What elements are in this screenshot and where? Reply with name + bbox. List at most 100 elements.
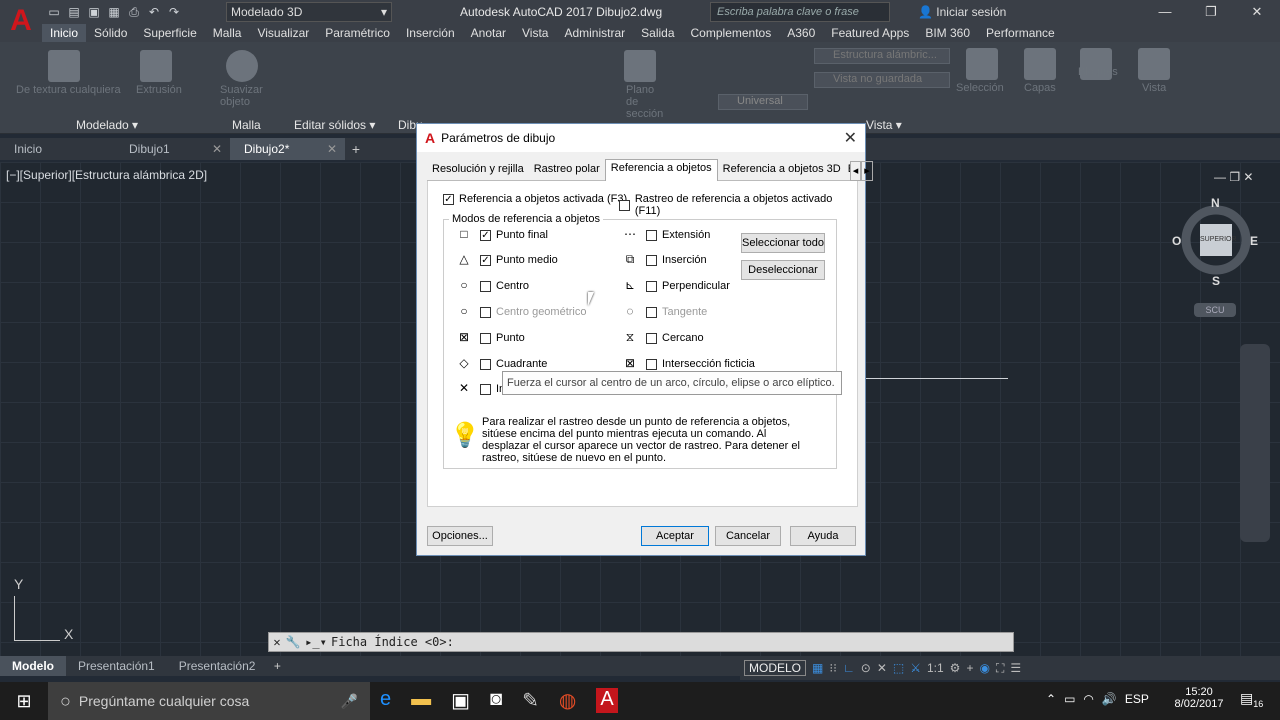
viewport-window-controls[interactable]: — ❐ ✕ <box>1214 170 1253 184</box>
osnap-mode-right_modes-0[interactable]: Extensión <box>646 229 710 241</box>
osnap-on-checkbox[interactable]: ✓ Referencia a objetos activada (F3) <box>443 193 627 205</box>
osnap-checkbox[interactable] <box>480 280 491 292</box>
edge-icon[interactable]: e <box>380 688 391 713</box>
layers-icon[interactable] <box>1024 48 1056 80</box>
ribbon-tab[interactable]: Malla <box>205 24 250 42</box>
wifi-icon[interactable]: ◠ <box>1083 692 1093 706</box>
checkbox-osnap-tracking[interactable] <box>619 199 630 211</box>
cortana-search[interactable]: ○ Pregúntame cualquier cosa 🎤 <box>48 682 370 720</box>
new-layout-icon[interactable]: + <box>267 659 287 673</box>
language-indicator[interactable]: ESP <box>1125 692 1149 706</box>
help-button[interactable]: Ayuda <box>790 526 856 546</box>
ribbon-tab[interactable]: Anotar <box>463 24 514 42</box>
battery-icon[interactable]: ▭ <box>1064 692 1075 706</box>
osnap-mode-left_modes-2[interactable]: Centro <box>480 280 529 292</box>
compass-south[interactable]: S <box>1212 274 1220 288</box>
osnap-checkbox[interactable] <box>480 332 491 344</box>
print-icon[interactable]: ⎙ <box>126 4 142 20</box>
ucs-menu[interactable]: SCU <box>1194 303 1236 317</box>
osnap-tracking-checkbox[interactable]: Rastreo de referencia a objetos activado… <box>619 193 857 217</box>
osnap-mode-right_modes-2[interactable]: Perpendicular <box>646 280 730 292</box>
osnap-mode-left_modes-4[interactable]: Punto <box>480 332 525 344</box>
compass-west[interactable]: O <box>1172 234 1181 248</box>
isolate-icon[interactable]: ◉ <box>979 661 989 675</box>
osnap-icon[interactable]: ✕ <box>877 661 887 675</box>
panel-title-modelado[interactable]: Modelado ▾ <box>76 118 138 132</box>
ribbon-tab[interactable]: BIM 360 <box>917 24 978 42</box>
wrench-icon[interactable]: 🔧 <box>285 635 301 649</box>
osnap-checkbox[interactable] <box>646 254 657 266</box>
ok-button[interactable]: Aceptar <box>641 526 709 546</box>
checkbox-osnap-on[interactable]: ✓ <box>443 193 454 205</box>
tab-referencia-objetos[interactable]: Referencia a objetos <box>604 159 718 181</box>
panel-title-vista[interactable]: Vista ▾ <box>866 118 902 132</box>
open-icon[interactable]: ▤ <box>66 4 82 20</box>
osnap-checkbox[interactable] <box>646 229 657 241</box>
ribbon-tab[interactable]: Vista <box>514 24 556 42</box>
osnap-checkbox[interactable] <box>480 358 491 370</box>
command-prompt-icon[interactable]: ▸_▾ <box>301 635 331 649</box>
new-icon[interactable]: ▭ <box>46 4 62 20</box>
ribbon-tab[interactable]: Paramétrico <box>317 24 398 42</box>
osnap-mode-right_modes-1[interactable]: Inserción <box>646 254 707 266</box>
box-icon[interactable] <box>48 50 80 82</box>
smooth-icon[interactable] <box>226 50 258 82</box>
undo-icon[interactable]: ↶ <box>146 4 162 20</box>
close-icon[interactable]: ✕ <box>212 138 222 160</box>
layout-tab[interactable]: Presentación2 <box>167 656 268 676</box>
workspace-dropdown[interactable]: Modelado 3D ▾ <box>226 2 392 22</box>
redo-icon[interactable]: ↷ <box>166 4 182 20</box>
ribbon-tab[interactable]: A360 <box>779 24 823 42</box>
ribbon-tab[interactable]: Superficie <box>135 24 204 42</box>
dialog-title-bar[interactable]: A Parámetros de dibujo <box>417 124 865 152</box>
clock[interactable]: 15:20 8/02/2017 <box>1174 686 1224 710</box>
notification-center-icon[interactable]: ▤16 <box>1240 690 1263 709</box>
gear-icon[interactable]: ⚙ <box>950 661 961 675</box>
options-button[interactable]: Opciones... <box>427 526 493 546</box>
new-tab-icon[interactable]: + <box>345 141 367 157</box>
signin-button[interactable]: 👤 Iniciar sesión <box>918 5 1006 19</box>
tab-rastreo-polar[interactable]: Rastreo polar <box>529 161 605 181</box>
annotation-scale[interactable]: 1:1 <box>927 661 944 675</box>
osnap-mode-left_modes-1[interactable]: ✓ Punto medio <box>480 254 558 266</box>
tab-resolucion[interactable]: Resolución y rejilla <box>427 161 529 181</box>
ortho-icon[interactable]: ∟ <box>843 661 855 675</box>
document-tab[interactable]: Inicio <box>0 138 115 160</box>
close-icon[interactable]: ✕ <box>327 138 337 160</box>
viewport-controls[interactable]: [−][Superior][Estructura alámbrica 2D] <box>6 168 207 182</box>
snap-icon[interactable]: ⁝⁝ <box>829 661 837 675</box>
osnap-checkbox[interactable] <box>646 332 657 344</box>
minimize-icon[interactable]: — <box>1142 0 1188 24</box>
ribbon-tab[interactable]: Inicio <box>42 24 87 42</box>
store-icon[interactable]: ▣ <box>451 688 470 713</box>
ribbon-tab[interactable]: Sólido <box>86 24 135 42</box>
osnap-mode-right_modes-5[interactable]: Intersección ficticia <box>646 358 755 370</box>
ucs-dropdown[interactable]: Universal <box>718 94 808 110</box>
volume-icon[interactable]: 🔊 <box>1102 692 1117 706</box>
osnap-mode-left_modes-3[interactable]: Centro geométrico <box>480 306 587 318</box>
grid-icon[interactable]: ▦ <box>812 661 823 675</box>
navigation-bar[interactable] <box>1240 344 1270 542</box>
osnap-mode-left_modes-5[interactable]: Cuadrante <box>480 358 547 370</box>
document-tab[interactable]: Dibujo2* ✕ <box>230 138 345 160</box>
osnap-checkbox[interactable]: ✓ <box>480 229 491 241</box>
osnap-checkbox[interactable] <box>646 306 657 318</box>
select-all-button[interactable]: Seleccionar todo <box>741 233 825 253</box>
menu-icon[interactable]: ☰ <box>1010 661 1021 675</box>
camera-icon[interactable]: ◙ <box>490 688 502 713</box>
fullscreen-icon[interactable]: ⛶ <box>996 661 1004 676</box>
annotation-icon[interactable]: ⚔ <box>910 661 921 675</box>
osnap-mode-right_modes-4[interactable]: Cercano <box>646 332 704 344</box>
save-icon[interactable]: ▣ <box>86 4 102 20</box>
osnap-checkbox[interactable] <box>480 383 491 395</box>
viewcube-face[interactable]: SUPERIOR <box>1200 236 1237 243</box>
microphone-icon[interactable]: 🎤 <box>341 693 358 710</box>
application-menu-button[interactable]: A <box>0 0 42 42</box>
osnap-mode-left_modes-0[interactable]: ✓ Punto final <box>480 229 548 241</box>
osnap-checkbox[interactable]: ✓ <box>480 254 491 266</box>
command-line[interactable]: ✕ 🔧 ▸_▾ Ficha Índice <0>: <box>268 632 1014 652</box>
windows-start-icon[interactable]: ⊞ <box>0 691 48 712</box>
maximize-icon[interactable]: ❐ <box>1188 0 1234 24</box>
file-explorer-icon[interactable]: ▬ <box>411 688 431 713</box>
compass-north[interactable]: N <box>1211 196 1220 210</box>
